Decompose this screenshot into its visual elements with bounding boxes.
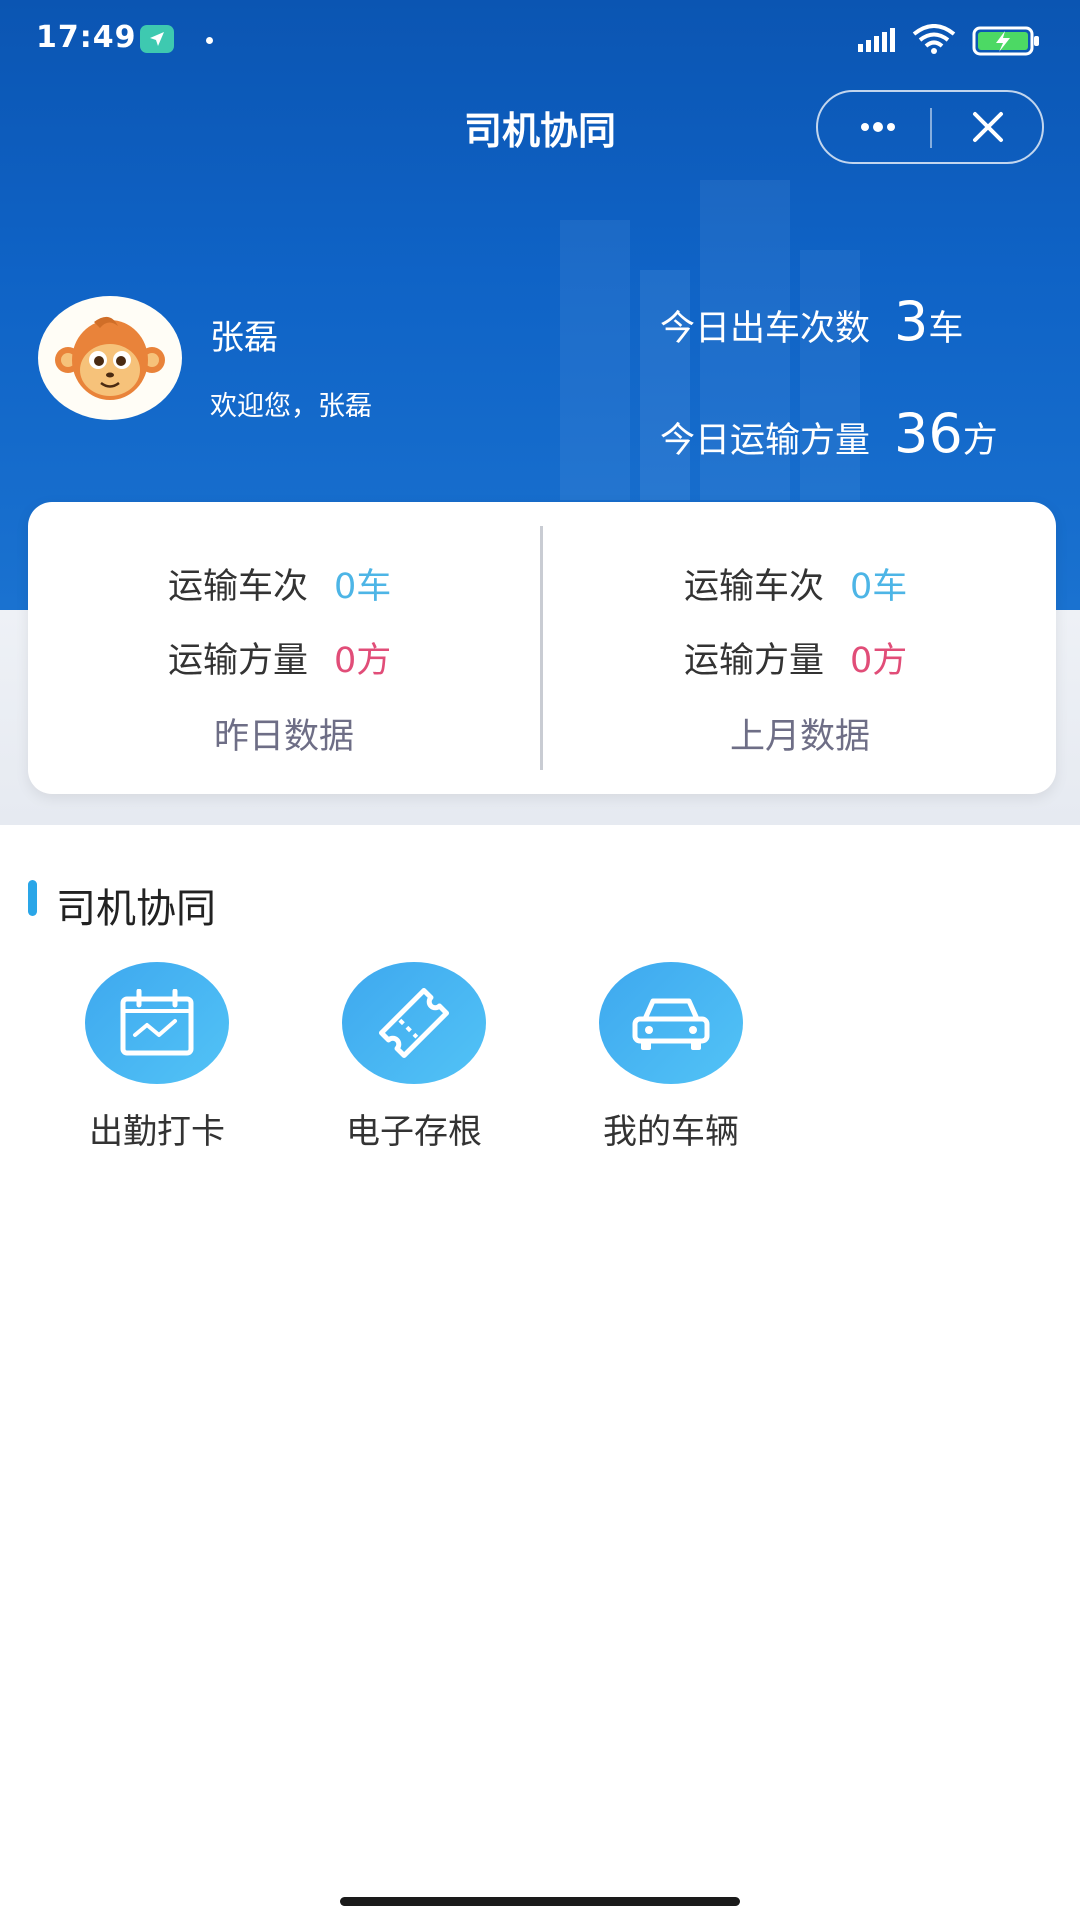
stats-caption-yesterday: 昨日数据 bbox=[213, 717, 354, 757]
stats-divider bbox=[540, 526, 543, 770]
today-volume-label: 今日运输方量 bbox=[660, 421, 871, 461]
today-trips-unit: 车 bbox=[928, 309, 964, 349]
car-icon bbox=[632, 998, 710, 1050]
stat-row-volume: 运输方量 0方 bbox=[168, 632, 391, 683]
today-trips: 今日出车次数 3车 bbox=[660, 290, 963, 353]
stat-row-volume: 运输方量 0方 bbox=[684, 632, 907, 683]
e-stub-button[interactable]: 电子存根 bbox=[329, 962, 499, 1153]
stat-trips-label: 运输车次 bbox=[684, 567, 825, 607]
stat-volume-label: 运输方量 bbox=[684, 641, 825, 681]
stat-row-trips: 运输车次 0车 bbox=[168, 558, 391, 609]
attendance-checkin-button[interactable]: 出勤打卡 bbox=[72, 962, 242, 1153]
stat-trips-label: 运输车次 bbox=[168, 567, 309, 607]
stat-trips-value: 0车 bbox=[850, 567, 908, 607]
tile-icon-circle bbox=[599, 962, 743, 1084]
stat-volume-value: 0方 bbox=[850, 641, 908, 681]
user-name: 张磊 bbox=[210, 318, 278, 358]
miniprogram-capsule bbox=[816, 90, 1044, 164]
stat-row-trips: 运输车次 0车 bbox=[684, 558, 907, 609]
monkey-avatar-icon bbox=[55, 316, 165, 400]
welcome-text: 欢迎您，张磊 bbox=[210, 391, 372, 422]
more-icon bbox=[861, 122, 895, 132]
my-vehicle-button[interactable]: 我的车辆 bbox=[586, 962, 756, 1153]
notification-dot-icon bbox=[206, 37, 213, 44]
status-time: 17:49 bbox=[36, 20, 137, 55]
home-indicator[interactable] bbox=[340, 1897, 740, 1906]
building-shape bbox=[560, 220, 630, 500]
capsule-divider bbox=[930, 108, 932, 148]
today-trips-value: 3 bbox=[894, 290, 929, 353]
today-volume: 今日运输方量 36方 bbox=[660, 402, 998, 465]
stat-trips-value: 0车 bbox=[334, 567, 392, 607]
today-trips-label: 今日出车次数 bbox=[660, 309, 871, 349]
stats-card: 运输车次 0车 运输方量 0方 昨日数据 运输车次 0车 运输方量 0方 上月数据 bbox=[28, 502, 1056, 794]
tile-label: 电子存根 bbox=[346, 1112, 482, 1152]
status-bar: 17:49 bbox=[0, 0, 1080, 80]
calendar-chart-icon bbox=[120, 989, 194, 1056]
signal-icon bbox=[858, 28, 898, 56]
today-volume-value: 36 bbox=[894, 402, 963, 465]
stat-volume-value: 0方 bbox=[334, 641, 392, 681]
tile-label: 出勤打卡 bbox=[89, 1112, 225, 1152]
close-button[interactable] bbox=[958, 92, 1018, 162]
battery-charging-icon bbox=[972, 26, 1042, 60]
last-month-stats[interactable]: 运输车次 0车 运输方量 0方 上月数据 bbox=[544, 502, 1056, 794]
yesterday-stats[interactable]: 运输车次 0车 运输方量 0方 昨日数据 bbox=[28, 502, 540, 794]
avatar[interactable] bbox=[38, 296, 182, 420]
navigation-icon bbox=[140, 25, 174, 53]
wifi-icon bbox=[912, 24, 956, 58]
close-icon bbox=[973, 112, 1003, 142]
more-button[interactable] bbox=[848, 92, 908, 162]
stat-volume-label: 运输方量 bbox=[168, 641, 309, 681]
section-title: 司机协同 bbox=[56, 886, 216, 932]
stats-caption-last-month: 上月数据 bbox=[729, 717, 870, 757]
tile-icon-circle bbox=[85, 962, 229, 1084]
tile-icon-circle bbox=[342, 962, 486, 1084]
section-accent-bar bbox=[28, 880, 37, 916]
ticket-icon bbox=[378, 987, 450, 1059]
today-volume-unit: 方 bbox=[962, 421, 998, 461]
tile-label: 我的车辆 bbox=[603, 1112, 739, 1152]
